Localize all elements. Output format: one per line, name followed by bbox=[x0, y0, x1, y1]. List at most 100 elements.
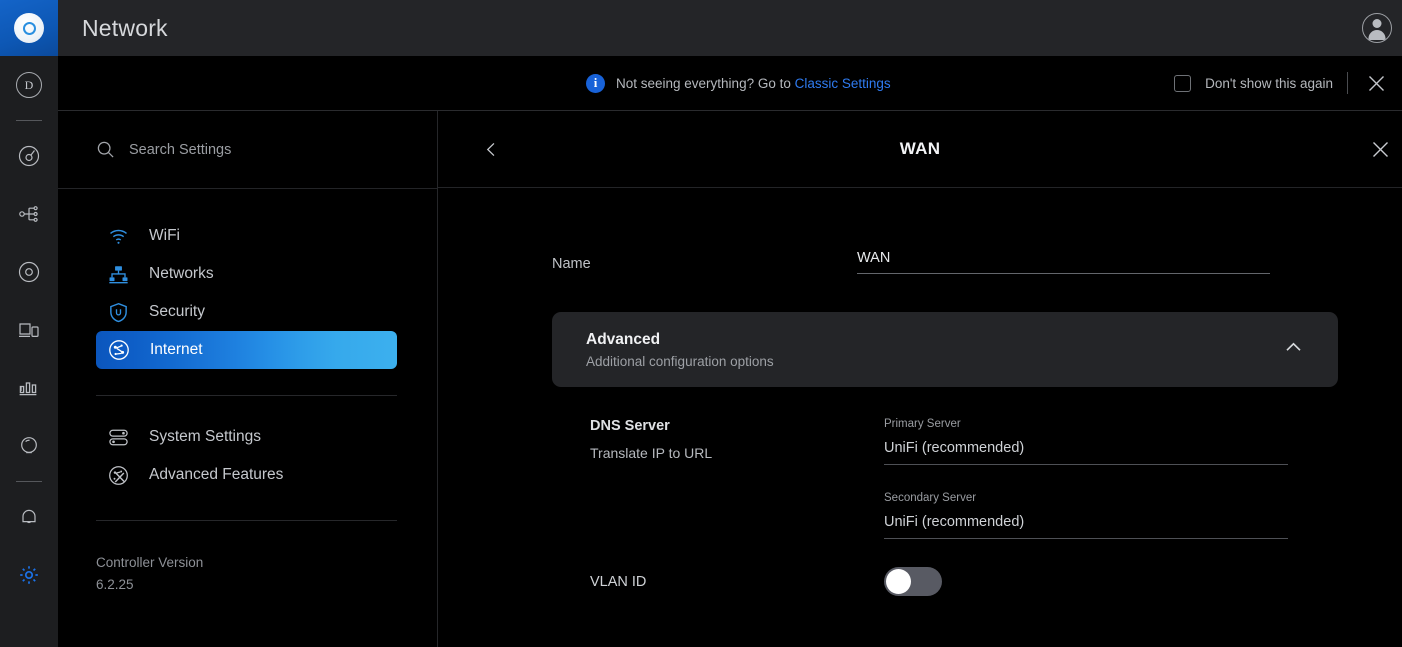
sidebar-item-label: Security bbox=[149, 303, 205, 320]
rail-item-account[interactable]: D bbox=[0, 56, 58, 114]
sidebar-item-security[interactable]: Security bbox=[96, 293, 397, 331]
unifi-ap-logo-disc bbox=[14, 13, 44, 43]
wan-form: Name WAN Advanced Additional configurati… bbox=[438, 188, 1402, 596]
page-title: Network bbox=[82, 14, 168, 41]
statistics-bar-icon bbox=[19, 382, 37, 396]
networks-icon bbox=[109, 265, 128, 283]
rail-item-dashboard[interactable] bbox=[0, 127, 58, 185]
name-row: Name WAN bbox=[438, 250, 1402, 274]
controller-version-value: 6.2.25 bbox=[96, 577, 134, 592]
sidebar-item-internet[interactable]: Internet bbox=[96, 331, 397, 369]
search-settings-input[interactable]: Search Settings bbox=[58, 111, 437, 189]
sidebar-item-label: WiFi bbox=[149, 227, 180, 244]
sidebar-item-advanced-features[interactable]: Advanced Features bbox=[96, 456, 397, 494]
banner-message: Not seeing everything? Go to bbox=[616, 75, 791, 91]
advanced-section-header[interactable]: Advanced Additional configuration option… bbox=[552, 312, 1338, 387]
secondary-server-label: Secondary Server bbox=[884, 492, 977, 504]
banner-divider bbox=[1347, 72, 1348, 94]
name-label: Name bbox=[552, 256, 591, 272]
search-settings-placeholder: Search Settings bbox=[129, 141, 232, 158]
field-gap bbox=[884, 465, 1288, 492]
dns-server-labels: DNS Server Translate IP to URL bbox=[590, 418, 884, 539]
vlan-id-row: VLAN ID bbox=[438, 539, 1402, 596]
sliders-icon bbox=[109, 429, 128, 445]
dont-show-again-label[interactable]: Don't show this again bbox=[1205, 76, 1333, 91]
settings-sidebar: Search Settings WiFi Networks Security I… bbox=[58, 111, 438, 647]
sidebar-item-networks[interactable]: Networks bbox=[96, 255, 397, 293]
banner-close-button[interactable] bbox=[1362, 69, 1390, 97]
classic-settings-link[interactable]: Classic Settings bbox=[795, 76, 891, 91]
sidebar-item-wifi[interactable]: WiFi bbox=[96, 217, 397, 255]
name-input[interactable]: WAN bbox=[857, 250, 1270, 274]
close-icon bbox=[1372, 141, 1388, 157]
secondary-server-input[interactable]: UniFi (recommended) bbox=[884, 504, 1288, 539]
sidebar-item-label: Advanced Features bbox=[149, 466, 284, 483]
primary-server-input[interactable]: UniFi (recommended) bbox=[884, 430, 1288, 465]
advanced-title: Advanced bbox=[586, 330, 661, 348]
sidebar-item-label: Internet bbox=[150, 341, 203, 358]
rail-item-settings[interactable] bbox=[0, 546, 58, 604]
user-avatar-d-icon: D bbox=[16, 72, 42, 98]
rail-divider-top bbox=[16, 120, 42, 121]
dns-server-title: DNS Server bbox=[590, 418, 670, 434]
panel-close-button[interactable] bbox=[1363, 132, 1397, 166]
sidebar-item-label: System Settings bbox=[149, 428, 261, 445]
chevron-up-icon bbox=[1286, 342, 1301, 351]
chevron-left-icon bbox=[486, 142, 494, 156]
banner-message-group: i Not seeing everything? Go to Classic S… bbox=[586, 73, 891, 93]
rail-item-statistics[interactable] bbox=[0, 359, 58, 417]
advanced-collapse-toggle[interactable] bbox=[1283, 337, 1304, 363]
shield-icon bbox=[110, 302, 127, 322]
vlan-id-toggle[interactable] bbox=[884, 567, 942, 596]
search-icon bbox=[97, 141, 114, 158]
dont-show-again-checkbox[interactable] bbox=[1174, 74, 1192, 92]
notifications-bell-icon bbox=[22, 509, 36, 524]
rail-divider-bottom bbox=[16, 481, 42, 482]
gear-icon bbox=[20, 566, 38, 584]
back-button[interactable] bbox=[476, 134, 506, 164]
controller-version-block: Controller Version 6.2.25 bbox=[58, 521, 437, 592]
rail-item-notifications[interactable] bbox=[0, 488, 58, 546]
insights-icon bbox=[21, 437, 37, 454]
globe-icon bbox=[109, 340, 129, 360]
top-bar: Network bbox=[58, 0, 1402, 56]
dns-server-subtitle: Translate IP to URL bbox=[590, 445, 713, 461]
rail-item-wifi-circle[interactable] bbox=[0, 243, 58, 301]
avatar-body bbox=[1368, 30, 1386, 40]
sidebar-item-label: Networks bbox=[149, 265, 214, 282]
app-icon-rail: D bbox=[0, 0, 58, 647]
dns-server-fields: Primary Server UniFi (recommended) Secon… bbox=[884, 418, 1288, 539]
advanced-globe-icon bbox=[109, 465, 128, 485]
controller-version-label: Controller Version bbox=[96, 555, 204, 570]
banner-actions: Don't show this again bbox=[1174, 69, 1402, 97]
vlan-id-label: VLAN ID bbox=[590, 573, 647, 590]
advanced-text-group: Advanced Additional configuration option… bbox=[586, 331, 774, 369]
wifi-icon bbox=[110, 229, 127, 244]
info-icon: i bbox=[586, 73, 605, 93]
rail-item-devices[interactable] bbox=[0, 301, 58, 359]
primary-server-label: Primary Server bbox=[884, 418, 961, 430]
avatar-head bbox=[1372, 19, 1382, 28]
panel-header: WAN bbox=[438, 111, 1402, 188]
wifi-circle-icon bbox=[18, 261, 40, 283]
classic-settings-banner: i Not seeing everything? Go to Classic S… bbox=[58, 56, 1402, 111]
devices-icon bbox=[19, 323, 39, 337]
account-avatar[interactable] bbox=[1362, 13, 1392, 43]
vlan-id-toggle-knob bbox=[886, 569, 911, 594]
unifi-ap-logo-ring bbox=[22, 21, 36, 35]
rail-item-topology[interactable] bbox=[0, 185, 58, 243]
settings-nav-secondary: System Settings Advanced Features bbox=[58, 396, 437, 494]
banner-text: Not seeing everything? Go to Classic Set… bbox=[616, 76, 891, 91]
top-bar-right bbox=[1362, 13, 1392, 43]
wan-settings-panel: WAN Name WAN Advanced Additional configu… bbox=[438, 111, 1402, 647]
panel-title: WAN bbox=[899, 139, 941, 158]
close-icon bbox=[1368, 75, 1384, 91]
advanced-subtitle: Additional configuration options bbox=[586, 353, 774, 369]
unifi-network-settings-window: D Network i Not seeing everything? Go to… bbox=[0, 0, 1402, 647]
rail-item-insights[interactable] bbox=[0, 417, 58, 475]
topology-icon bbox=[19, 206, 38, 222]
settings-nav-primary: WiFi Networks Security Internet bbox=[58, 189, 437, 369]
dns-server-row: DNS Server Translate IP to URL Primary S… bbox=[438, 387, 1402, 539]
sidebar-item-system-settings[interactable]: System Settings bbox=[96, 418, 397, 456]
unifi-ap-logo[interactable] bbox=[0, 0, 58, 56]
